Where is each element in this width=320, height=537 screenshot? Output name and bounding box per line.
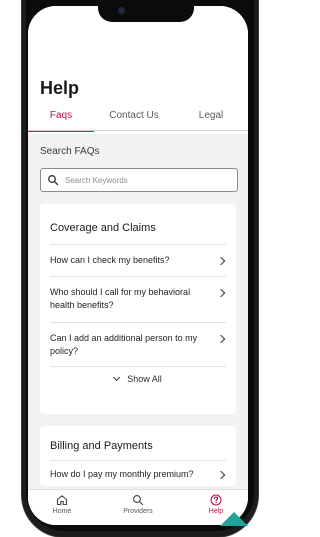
tab-faqs[interactable]: Faqs: [28, 106, 94, 132]
faq-question: Who should I call for my behavioral heal…: [50, 287, 191, 310]
app-screen: Help Faqs Contact Us Legal Search FAQs C…: [28, 6, 248, 525]
search-label: Search FAQs: [40, 146, 100, 157]
nav-label: Home: [52, 508, 72, 515]
faq-item[interactable]: Can I add an additional person to my pol…: [50, 332, 226, 358]
show-all-label: Show All: [127, 374, 162, 384]
faq-question: How can I check my benefits?: [50, 255, 170, 265]
faq-item[interactable]: Who should I call for my behavioral heal…: [50, 286, 226, 312]
nav-providers[interactable]: Providers: [108, 494, 168, 515]
tab-contact-us[interactable]: Contact Us: [94, 106, 174, 130]
nav-home[interactable]: Home: [32, 494, 92, 515]
chevron-down-icon: [113, 373, 121, 382]
divider: [50, 366, 226, 367]
home-icon: [56, 495, 68, 506]
divider: [50, 322, 226, 323]
divider: [50, 460, 226, 461]
divider: [50, 244, 226, 245]
phone-notch: [98, 0, 194, 22]
tab-bar: Faqs Contact Us Legal: [28, 106, 248, 132]
search-input[interactable]: [63, 172, 232, 189]
divider: [50, 276, 226, 277]
chevron-right-icon: [216, 334, 226, 344]
camera-icon: [118, 7, 125, 14]
show-all-button[interactable]: Show All: [40, 373, 236, 384]
search-icon: [133, 495, 144, 506]
section-title: Billing and Payments: [50, 440, 153, 452]
chevron-right-icon: [216, 288, 226, 298]
search-box[interactable]: [40, 168, 238, 192]
help-circle-icon: [210, 494, 222, 506]
search-icon: [48, 175, 59, 186]
faq-section-coverage: Coverage and Claims How can I check my b…: [40, 204, 236, 414]
chevron-right-icon: [216, 256, 226, 266]
decorative-teal-shape: [220, 512, 248, 526]
faq-item[interactable]: How can I check my benefits?: [50, 254, 226, 267]
bottom-nav: Home Providers Help: [28, 489, 248, 525]
tab-divider: [28, 130, 248, 131]
header: Help Faqs Contact Us Legal: [28, 6, 248, 134]
faq-section-billing: Billing and Payments How do I pay my mon…: [40, 426, 236, 486]
chevron-right-icon: [216, 470, 226, 480]
faq-question: Can I add an additional person to my pol…: [50, 333, 198, 356]
faq-item[interactable]: How do I pay my monthly premium?: [50, 468, 226, 481]
nav-label: Providers: [123, 508, 153, 515]
section-title: Coverage and Claims: [50, 222, 156, 234]
tab-legal[interactable]: Legal: [174, 106, 248, 130]
page-title: Help: [40, 78, 80, 98]
faq-question: How do I pay my monthly premium?: [50, 469, 194, 479]
